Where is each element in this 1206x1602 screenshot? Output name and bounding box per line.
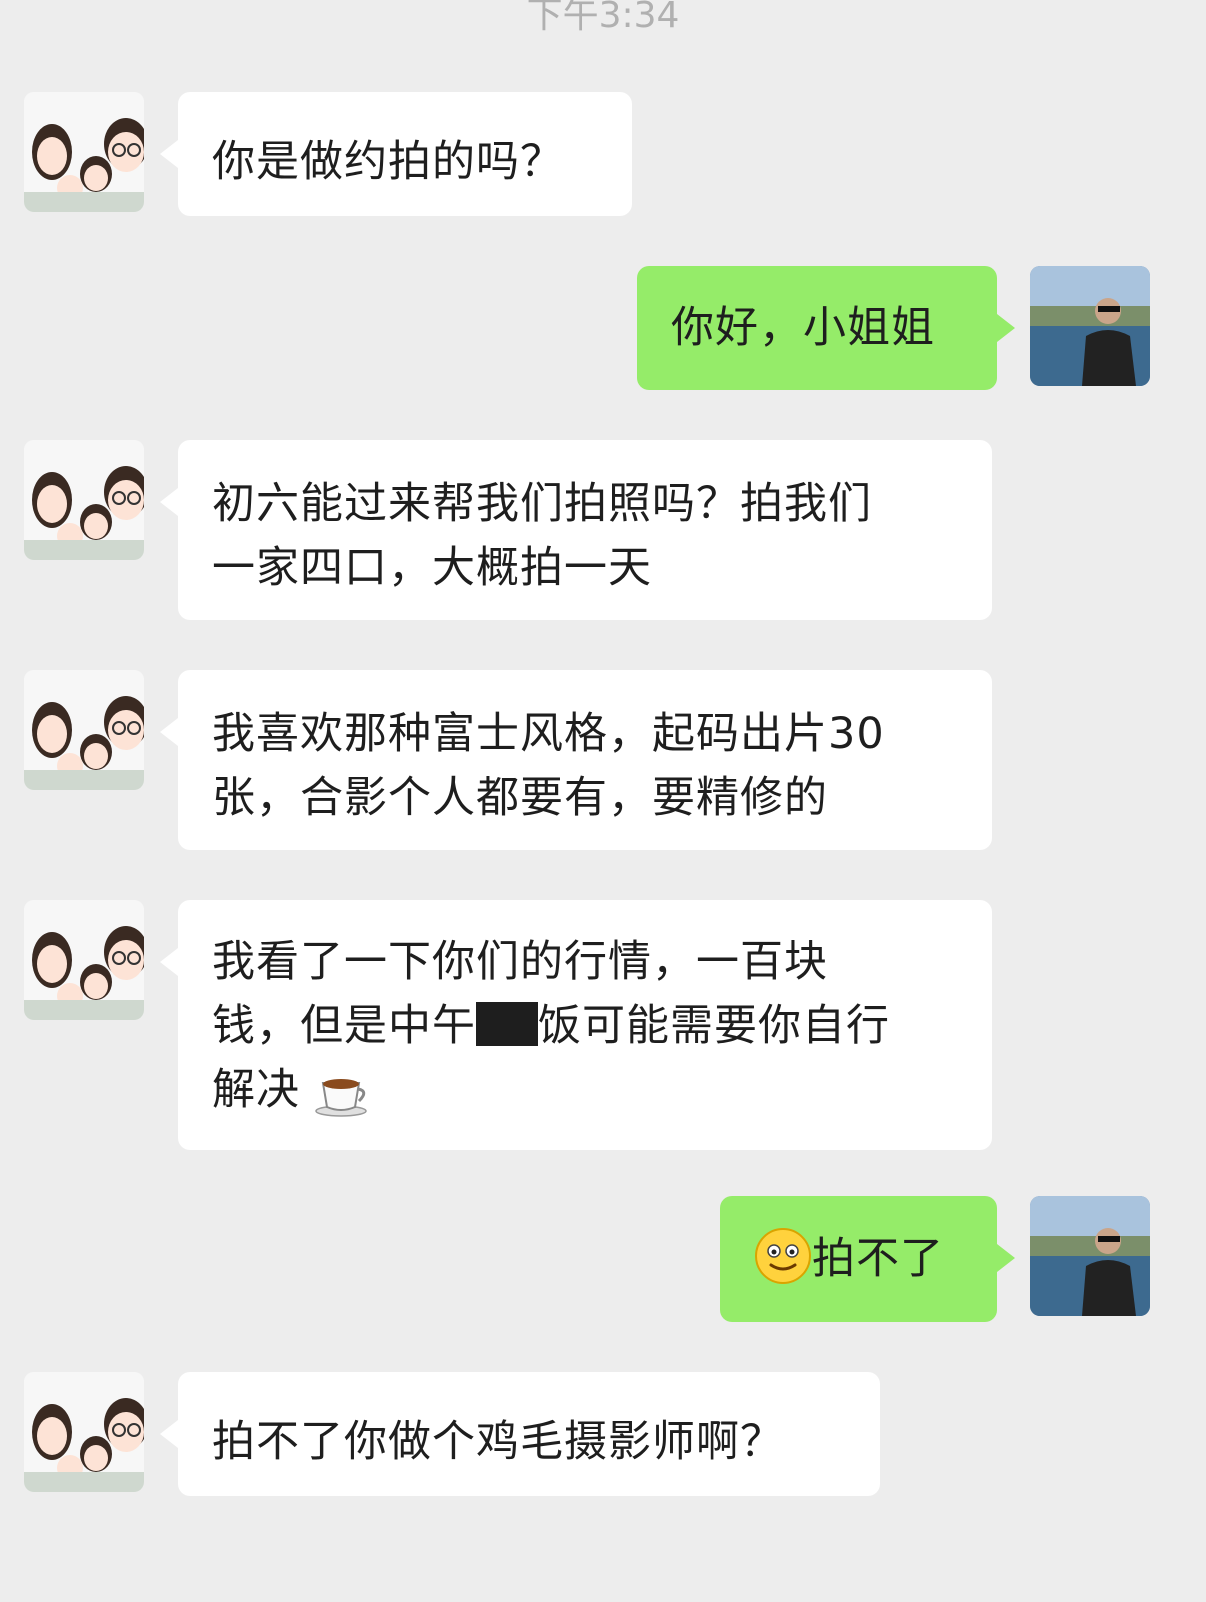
message-line: 初六能过来帮我们拍照吗？拍我们 [212,479,872,529]
message-line: 张，合影个人都要有，要精修的 [212,773,828,823]
contact-avatar[interactable] [24,440,144,560]
user-photo-icon [1030,1196,1150,1316]
contact-avatar[interactable] [24,670,144,790]
message-text: 你是做约拍的吗？ [212,137,564,187]
smiley-icon [755,1228,811,1284]
incoming-message[interactable]: 拍不了你做个鸡毛摄影师啊？ [160,1372,880,1496]
incoming-message[interactable]: 初六能过来帮我们拍照吗？拍我们 一家四口，大概拍一天 [160,440,992,620]
message-text: 你好，小姐姐 [671,303,935,353]
coffee-icon [314,1078,367,1117]
incoming-message[interactable]: 我看了一下你们的行情，一百块 钱，但是中午 饭可能需要你自行 解决 [160,900,992,1150]
user-photo-icon [1030,266,1150,386]
message-line: 一家四口，大概拍一天 [212,543,652,593]
contact-avatar[interactable] [24,900,144,1020]
message-text: 拍不了 [812,1234,944,1284]
my-avatar[interactable] [1030,266,1150,386]
my-avatar[interactable] [1030,1196,1150,1316]
contact-avatar[interactable] [24,1372,144,1492]
family-cartoon-icon [24,1372,144,1492]
family-cartoon-icon [24,900,144,1020]
family-cartoon-icon [24,440,144,560]
message-timestamp: 下午3:34 [526,0,680,36]
message-line: 钱，但是中午 饭可能需要你自行 [212,994,958,1058]
message-line: 我喜欢那种富士风格，起码出片30 [212,709,885,759]
message-line: 解决 [212,1058,958,1122]
message-text: 拍不了你做个鸡毛摄影师啊？ [212,1417,784,1467]
incoming-message[interactable]: 你是做约拍的吗？ [160,92,632,216]
redacted-block [476,1002,538,1046]
family-cartoon-icon [24,92,144,212]
family-cartoon-icon [24,670,144,790]
message-fragment: 钱，但是中午 [212,1001,476,1051]
message-fragment: 饭可能需要你自行 [538,1001,890,1051]
outgoing-message[interactable]: 拍不了 [720,1196,1015,1322]
incoming-message[interactable]: 我喜欢那种富士风格，起码出片30 张，合影个人都要有，要精修的 [160,670,992,850]
contact-avatar[interactable] [24,92,144,212]
message-fragment: 解决 [212,1065,300,1115]
message-line: 我看了一下你们的行情，一百块 [212,937,828,987]
outgoing-message[interactable]: 你好，小姐姐 [637,266,1015,390]
